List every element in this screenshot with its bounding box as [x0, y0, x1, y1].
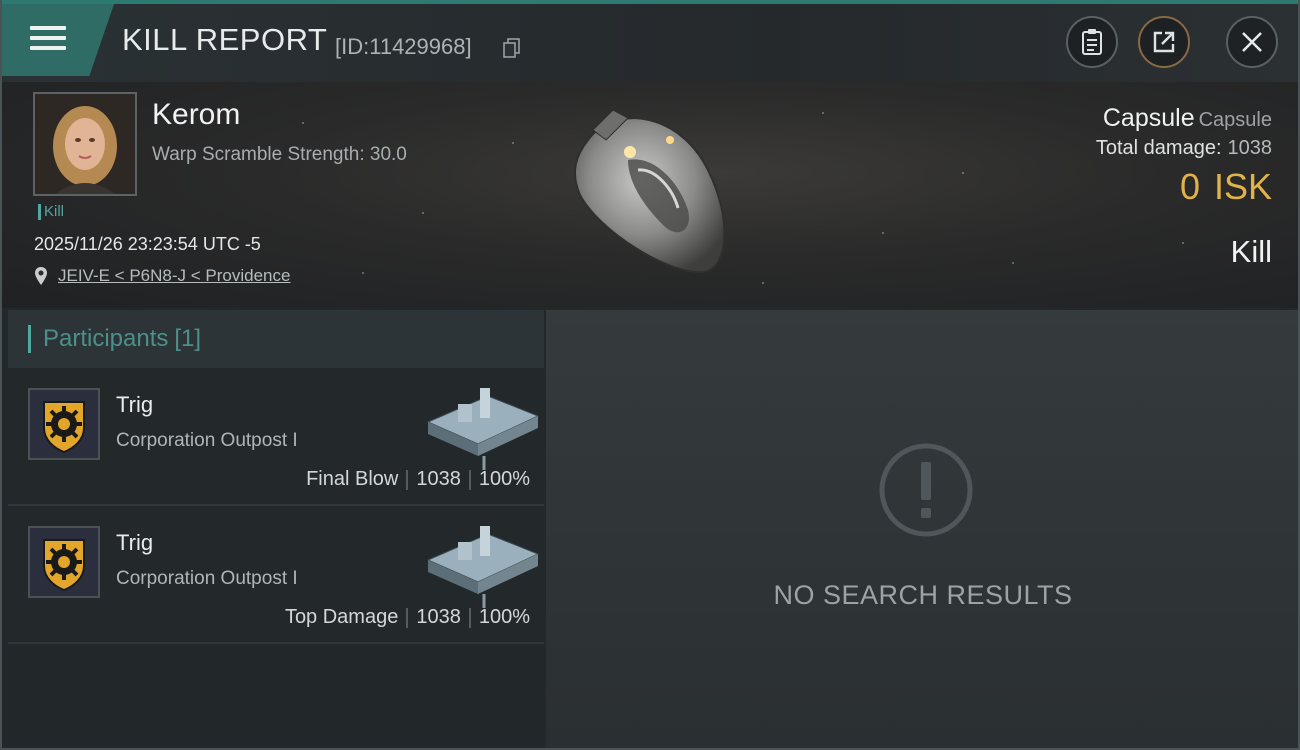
participant-row[interactable]: Trig Corporation Outpost I Final Blow 10… — [8, 368, 544, 506]
total-damage-label: Total damage: — [1095, 137, 1222, 159]
participants-header[interactable]: Participants [1] — [8, 310, 544, 368]
kill-tag: Kill — [38, 204, 64, 220]
warp-scramble-strength: Warp Scramble Strength: 30.0 — [152, 144, 407, 165]
avatar[interactable] — [33, 92, 137, 196]
participant-percent: 100% — [478, 606, 530, 628]
close-icon — [1242, 32, 1262, 52]
clipboard-icon — [1082, 29, 1102, 55]
copy-icon[interactable] — [503, 38, 521, 58]
participant-role: Final Blow — [306, 468, 399, 490]
participants-title: Participants — [43, 325, 169, 352]
location-pin-icon — [35, 267, 47, 285]
clipboard-button[interactable] — [1066, 16, 1118, 68]
menu-button[interactable] — [2, 4, 114, 76]
participant-ship: Corporation Outpost I — [116, 568, 298, 589]
participant-stats: Top Damage 1038 100% — [285, 606, 530, 629]
ship-type: Capsule — [1198, 109, 1272, 131]
portrait-image — [35, 94, 135, 194]
participant-damage: 1038 — [416, 468, 461, 490]
warning-icon — [879, 443, 973, 537]
kill-value-info: Capsule Capsule Total damage: 1038 0 ISK Ki… — [1096, 104, 1272, 270]
result-label: Kill — [1230, 234, 1272, 269]
participant-damage: 1038 — [416, 606, 461, 628]
results-panel: NO SEARCH RESULTS — [546, 310, 1298, 748]
share-button[interactable] — [1138, 16, 1190, 68]
corp-gear-icon — [43, 401, 85, 454]
corp-emblem — [28, 388, 100, 460]
page-title: KILL REPORT — [122, 22, 328, 57]
participant-name[interactable]: Trig — [116, 392, 153, 418]
participant-percent: 100% — [478, 468, 530, 490]
report-id: [ID:11429968] — [335, 34, 472, 59]
corp-gear-icon — [43, 539, 85, 592]
corp-emblem — [28, 526, 100, 598]
participant-role: Top Damage — [284, 606, 399, 628]
participant-row[interactable]: Trig Corporation Outpost I Top Damage 10… — [8, 506, 544, 644]
total-damage-value: 1038 — [1227, 137, 1273, 159]
participant-name[interactable]: Trig — [116, 530, 153, 556]
isk-value: 0 — [1179, 166, 1200, 207]
victim-name[interactable]: Kerom — [152, 98, 240, 132]
menu-icon — [30, 26, 66, 54]
close-button[interactable] — [1226, 16, 1278, 68]
location-link[interactable]: JEIV-E < P6N8-J < Providence — [58, 266, 290, 286]
location: JEIV-E < P6N8-J < Providence — [34, 266, 290, 286]
capsule-ship-image — [573, 109, 726, 274]
participants-count: [1] — [174, 325, 202, 352]
outpost-structure-image — [426, 526, 540, 608]
kill-timestamp: 2025/11/26 23:23:54 UTC -5 — [34, 234, 261, 254]
empty-state-message: NO SEARCH RESULTS — [773, 580, 1073, 610]
participants-panel: Participants [1] Trig Corporation Outpos… — [8, 310, 544, 746]
header-bar: KILL REPORT [ID:11429968] — [2, 4, 1298, 82]
isk-unit: ISK — [1213, 166, 1272, 207]
ship-name[interactable]: Capsule — [1103, 104, 1195, 132]
kill-report-window: KILL REPORT [ID:11429968] Kerom Warp Scr… — [0, 0, 1300, 750]
outpost-structure-image — [426, 388, 540, 470]
share-icon — [1153, 31, 1175, 53]
kill-summary: Kerom Warp Scramble Strength: 30.0 Kill … — [2, 82, 1298, 308]
participant-ship: Corporation Outpost I — [116, 430, 298, 451]
participant-stats: Final Blow 1038 100% — [306, 468, 530, 491]
